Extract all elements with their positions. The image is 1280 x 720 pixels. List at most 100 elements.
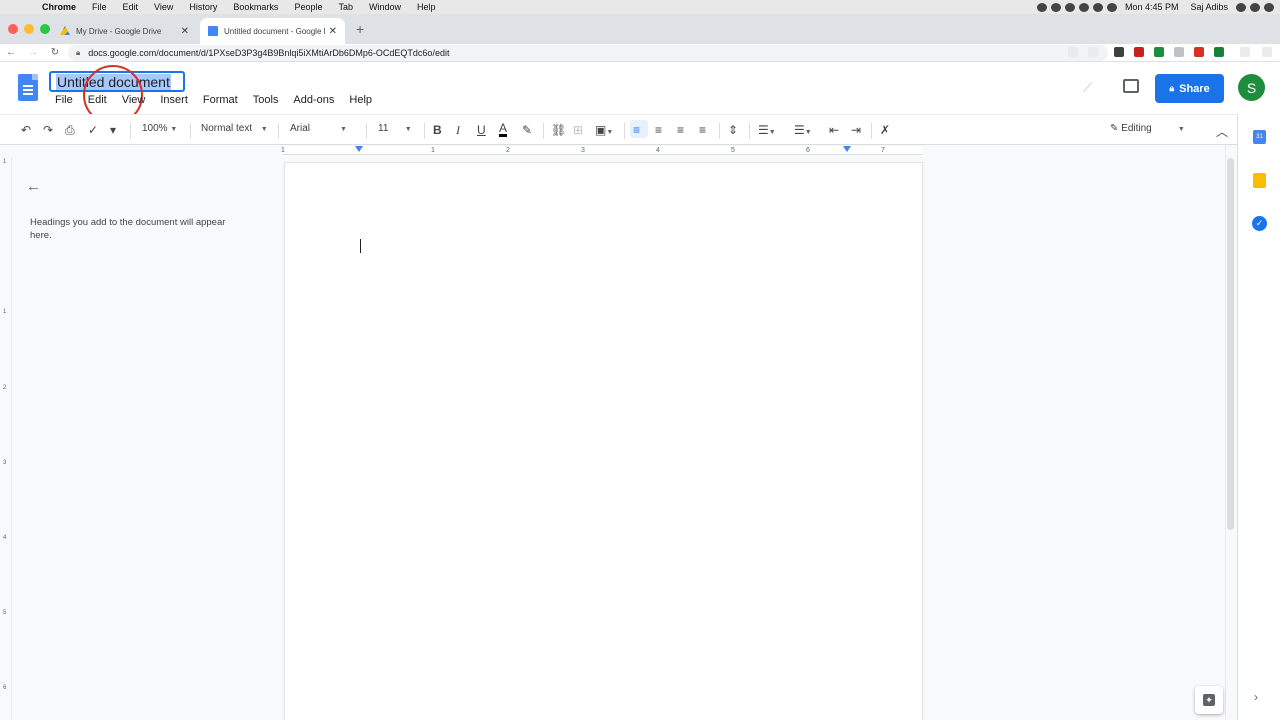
zoom-window-button[interactable] xyxy=(40,24,50,34)
forward-icon[interactable]: → xyxy=(22,47,44,58)
print-icon[interactable]: ⎙ xyxy=(65,123,75,138)
clock[interactable]: Mon 4:45 PM xyxy=(1121,2,1183,12)
comment-history-icon[interactable] xyxy=(1123,79,1139,93)
close-outline-arrow-icon[interactable]: ← xyxy=(26,178,41,195)
calendar-icon[interactable]: 31 xyxy=(1253,130,1266,144)
increase-indent-icon[interactable]: ⇥ xyxy=(851,123,861,137)
close-tab-icon[interactable]: ✕ xyxy=(329,26,337,37)
paragraph-style-select[interactable]: Normal text ▼ xyxy=(201,123,268,134)
macos-menu-window[interactable]: Window xyxy=(361,2,409,12)
extension-icon[interactable] xyxy=(1194,47,1204,57)
menu-kebab-icon[interactable] xyxy=(1262,47,1272,57)
macos-menu-chrome[interactable]: Chrome xyxy=(34,2,84,12)
editing-mode-select[interactable]: ✎ Editing ▼ xyxy=(1110,123,1185,134)
add-comment-icon[interactable]: ⊞ xyxy=(573,123,583,137)
macos-menu-people[interactable]: People xyxy=(286,2,330,12)
left-indent-marker[interactable] xyxy=(355,146,363,152)
menu-tools[interactable]: Tools xyxy=(253,94,279,106)
redo-icon[interactable]: ↷ xyxy=(43,123,53,137)
extension-icon[interactable] xyxy=(1174,47,1184,57)
close-window-button[interactable] xyxy=(8,24,18,34)
explore-button[interactable]: ✦ xyxy=(1195,686,1223,714)
menu-insert[interactable]: Insert xyxy=(160,94,188,106)
justify-icon[interactable]: ≡ xyxy=(699,123,706,137)
document-page[interactable] xyxy=(285,163,922,720)
back-icon[interactable]: ← xyxy=(0,47,22,58)
macos-menu-file[interactable]: File xyxy=(84,2,115,12)
search-icon[interactable] xyxy=(1236,2,1246,12)
spellcheck-icon[interactable]: ✓ xyxy=(88,123,98,137)
macos-menu-view[interactable]: View xyxy=(146,2,181,12)
extension-icon[interactable] xyxy=(1154,47,1164,57)
horizontal-ruler[interactable]: 1 1 2 3 4 5 6 7 xyxy=(0,145,1225,157)
control-center-icon[interactable] xyxy=(1264,2,1274,12)
paint-format-icon[interactable]: ▾ xyxy=(110,123,116,137)
bold-icon[interactable]: B xyxy=(433,123,442,137)
extension-icon[interactable] xyxy=(1114,47,1124,57)
extension-icon[interactable] xyxy=(1134,47,1144,57)
lock-icon[interactable]: 🔒︎ xyxy=(76,48,80,58)
tab-untitled-document[interactable]: Untitled document - Google Do ✕ xyxy=(200,18,345,44)
font-size-select[interactable]: 11 ▼ xyxy=(378,123,412,134)
insert-image-icon[interactable]: ▣▼ xyxy=(595,123,613,137)
extension-icon[interactable] xyxy=(1214,47,1224,57)
zoom-select[interactable]: 100% ▼ xyxy=(142,123,177,134)
font-select[interactable]: Arial ▼ xyxy=(290,123,347,134)
align-right-icon[interactable]: ≡ xyxy=(677,123,684,137)
align-center-icon[interactable]: ≡ xyxy=(655,123,662,137)
collapse-menus-icon[interactable]: ︿ xyxy=(1216,123,1228,140)
scrollbar-thumb[interactable] xyxy=(1227,158,1234,530)
bookmark-star-icon[interactable] xyxy=(1088,47,1098,57)
status-icon[interactable] xyxy=(1036,2,1047,12)
user-name[interactable]: Saj Adibs xyxy=(1186,2,1232,12)
macos-menu-bookmarks[interactable]: Bookmarks xyxy=(225,2,286,12)
insert-link-icon[interactable]: ⛓ xyxy=(551,123,566,137)
italic-icon[interactable]: I xyxy=(456,123,460,138)
address-bar[interactable]: 🔒︎ docs.google.com/document/d/1PXseD3P3g… xyxy=(68,45,1108,61)
siri-icon[interactable] xyxy=(1250,2,1260,12)
close-tab-icon[interactable]: ✕ xyxy=(181,26,189,37)
numbered-list-icon[interactable]: ☰▼ xyxy=(758,123,776,137)
tasks-icon[interactable]: ✓ xyxy=(1252,216,1267,231)
menu-file[interactable]: File xyxy=(55,94,73,106)
activity-trend-icon[interactable]: ⟋ xyxy=(1083,80,1092,96)
reload-icon[interactable]: ↻ xyxy=(44,47,66,58)
status-icon[interactable] xyxy=(1064,2,1075,12)
macos-menu-tab[interactable]: Tab xyxy=(330,2,361,12)
status-icon[interactable] xyxy=(1050,2,1061,12)
undo-icon[interactable]: ↶ xyxy=(21,123,31,137)
status-icon[interactable] xyxy=(1078,2,1089,12)
tab-my-drive[interactable]: My Drive - Google Drive ✕ xyxy=(52,18,197,44)
bulleted-list-icon[interactable]: ☰▼ xyxy=(794,123,812,137)
menu-edit[interactable]: Edit xyxy=(88,94,107,106)
docs-menu-bar: File Edit View Insert Format Tools Add-o… xyxy=(55,94,387,106)
align-left-icon[interactable]: ≡ xyxy=(633,123,640,137)
menu-help[interactable]: Help xyxy=(349,94,372,106)
keep-icon[interactable] xyxy=(1253,173,1266,188)
tab-title: My Drive - Google Drive xyxy=(76,26,162,36)
line-spacing-icon[interactable]: ⇕ xyxy=(728,123,738,137)
decrease-indent-icon[interactable]: ⇤ xyxy=(829,123,839,137)
zoom-icon[interactable] xyxy=(1068,47,1078,57)
wifi-icon[interactable] xyxy=(1092,2,1103,12)
underline-icon[interactable]: U xyxy=(477,123,486,137)
macos-menu-edit[interactable]: Edit xyxy=(115,2,147,12)
macos-menu-history[interactable]: History xyxy=(181,2,225,12)
extension-icon[interactable] xyxy=(1240,47,1250,57)
share-button[interactable]: 🔒︎ Share xyxy=(1155,74,1224,103)
menu-view[interactable]: View xyxy=(122,94,146,106)
macos-menu-help[interactable]: Help xyxy=(409,2,444,12)
text-color-icon[interactable]: A xyxy=(499,122,508,137)
minimize-window-button[interactable] xyxy=(24,24,34,34)
volume-icon[interactable] xyxy=(1106,2,1117,12)
menu-format[interactable]: Format xyxy=(203,94,238,106)
right-indent-marker[interactable] xyxy=(843,146,851,152)
vertical-ruler[interactable]: 1 1 2 3 4 5 6 xyxy=(0,157,12,720)
clear-formatting-icon[interactable]: ✗ xyxy=(880,123,890,137)
chevron-right-icon[interactable]: › xyxy=(1254,690,1258,704)
docs-home-icon[interactable] xyxy=(18,74,38,101)
menu-add-ons[interactable]: Add-ons xyxy=(293,94,334,106)
account-avatar[interactable]: S xyxy=(1238,74,1265,101)
highlight-color-icon[interactable]: ✎ xyxy=(522,123,532,137)
new-tab-icon[interactable]: + xyxy=(356,21,364,37)
